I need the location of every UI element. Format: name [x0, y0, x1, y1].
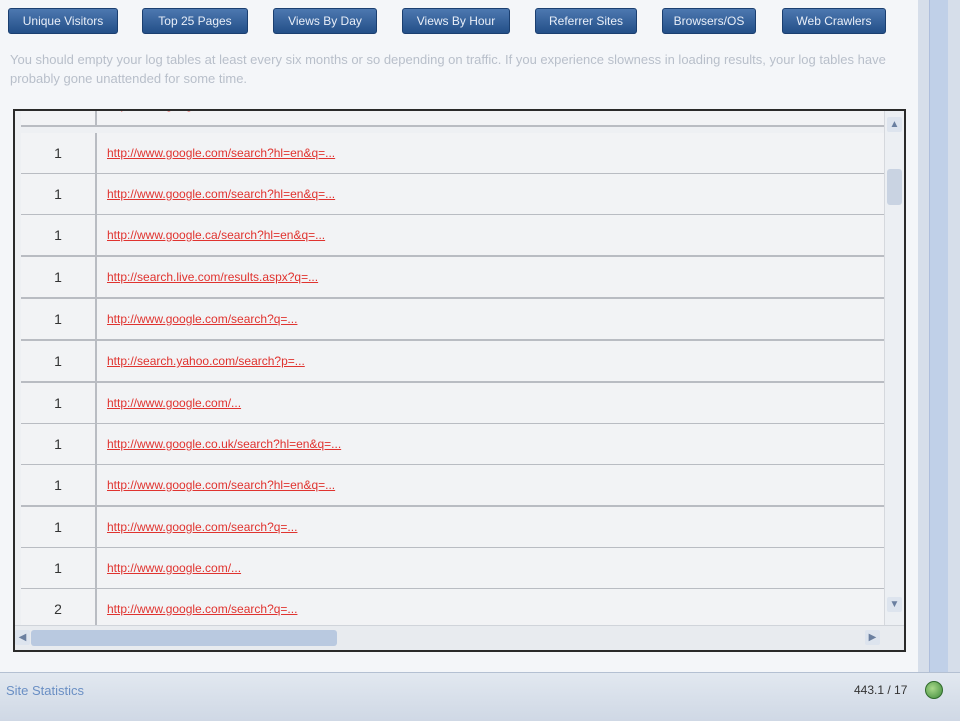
stats-page: Unique Visitors Top 25 Pages Views By Da… [0, 0, 918, 672]
hit-count: 1 [21, 174, 97, 214]
hit-count: 1 [21, 424, 97, 464]
zone-indicator: 443.1 / 17 [854, 683, 908, 697]
views-by-day-button[interactable]: Views By Day [273, 8, 377, 34]
hit-count: 2 [21, 589, 97, 625]
hit-count: 1 [21, 548, 97, 588]
left-arrow-icon[interactable]: ◀ [15, 630, 30, 645]
hit-count: 1 [21, 215, 97, 255]
right-arrow-icon[interactable]: ▶ [865, 630, 880, 645]
hit-count: 1 [21, 133, 97, 173]
table-row: 1 http://www.google.co.uk/search?hl=en&q… [21, 424, 887, 466]
table-row: 1 http://www.google.com/... [21, 111, 887, 127]
hit-count: 1 [21, 257, 97, 297]
referrer-link[interactable]: http://www.google.com/search?q=... [107, 507, 883, 547]
referrer-link[interactable]: http://www.google.com/search?q=... [107, 299, 883, 339]
hit-count: 1 [21, 465, 97, 505]
browsers-os-button[interactable]: Browsers/OS [662, 8, 756, 34]
table-row: 1 http://www.google.com/... [21, 383, 887, 425]
hit-count: 1 [21, 341, 97, 381]
referrer-link[interactable]: http://www.google.ca/search?hl=en&q=... [107, 215, 883, 255]
hit-count: 1 [21, 507, 97, 547]
hit-count: 1 [21, 299, 97, 339]
referrer-link[interactable]: http://www.google.com/... [107, 548, 883, 588]
table-row: 1 http://www.google.ca/search?hl=en&q=..… [21, 215, 887, 257]
referrer-link[interactable]: http://www.google.com/... [107, 383, 883, 423]
hit-count: 1 [21, 111, 97, 125]
table-row: 2 http://www.google.com/search?q=... [21, 589, 887, 625]
referrer-link[interactable]: http://www.google.com/search?q=... [107, 589, 883, 625]
top-25-pages-button[interactable]: Top 25 Pages [142, 8, 248, 34]
table-row: 1 http://search.yahoo.com/search?p=... [21, 341, 887, 383]
browser-statusbar: Site Statistics 443.1 / 17 [0, 672, 960, 721]
browser-scrollbar[interactable] [929, 0, 948, 676]
table-row: 1 http://www.google.com/search?q=... [21, 299, 887, 341]
referrer-link[interactable]: http://search.yahoo.com/search?p=... [107, 341, 883, 381]
referrer-link[interactable]: http://www.google.com/... [107, 111, 883, 125]
referrer-sites-button[interactable]: Referrer Sites [535, 8, 637, 34]
referrer-rows: 1 http://www.google.com/... 1 http://www… [15, 111, 887, 625]
referrer-link[interactable]: http://www.google.com/search?hl=en&q=... [107, 133, 883, 173]
referrer-table: 1 http://www.google.com/... 1 http://www… [13, 109, 906, 652]
web-crawlers-button[interactable]: Web Crawlers [782, 8, 886, 34]
table-row: 1 http://www.google.com/... [21, 548, 887, 590]
maintenance-note: You should empty your log tables at leas… [10, 52, 886, 86]
status-text: Site Statistics [6, 683, 85, 698]
referrer-link[interactable]: http://search.live.com/results.aspx?q=..… [107, 257, 883, 297]
globe-icon [925, 681, 943, 699]
table-row: 1 http://www.google.com/search?hl=en&q=.… [21, 133, 887, 175]
unique-visitors-button[interactable]: Unique Visitors [8, 8, 118, 34]
referrer-link[interactable]: http://www.google.com/search?hl=en&q=... [107, 465, 883, 505]
vertical-scrollbar[interactable]: ▲ ▼ [884, 111, 904, 625]
table-row: 1 http://www.google.com/search?q=... [21, 507, 887, 549]
horizontal-scroll-thumb[interactable] [31, 630, 337, 646]
up-arrow-icon[interactable]: ▲ [887, 117, 902, 132]
hit-count: 1 [21, 383, 97, 423]
views-by-hour-button[interactable]: Views By Hour [402, 8, 510, 34]
table-row: 1 http://www.google.com/search?hl=en&q=.… [21, 465, 887, 507]
down-arrow-icon[interactable]: ▼ [887, 597, 902, 612]
vertical-scroll-thumb[interactable] [887, 169, 902, 205]
horizontal-scrollbar[interactable]: ◀ ▶ [15, 625, 904, 650]
table-row: 1 http://www.google.com/search?hl=en&q=.… [21, 174, 887, 216]
referrer-link[interactable]: http://www.google.com/search?hl=en&q=... [107, 174, 883, 214]
referrer-link[interactable]: http://www.google.co.uk/search?hl=en&q=.… [107, 424, 883, 464]
table-row: 1 http://search.live.com/results.aspx?q=… [21, 257, 887, 299]
stats-navbar: Unique Visitors Top 25 Pages Views By Da… [0, 0, 918, 44]
